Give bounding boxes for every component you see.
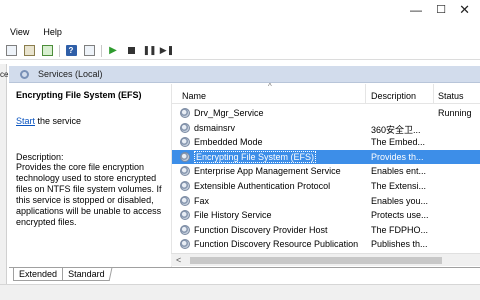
service-description: Protects use...	[371, 210, 429, 221]
services-title: Services (Local)	[38, 69, 103, 79]
service-description: Enables ent...	[371, 166, 427, 177]
service-name: Fax	[194, 195, 210, 206]
help-button[interactable]: ?	[64, 44, 78, 58]
play-icon: ▶	[109, 45, 117, 56]
service-detail-pane: Encrypting File System (EFS) Start the s…	[9, 84, 169, 267]
service-name: Drv_Mgr_Service	[194, 108, 264, 118]
service-description: 360安全卫...	[371, 124, 421, 135]
detail-service-name: Encrypting File System (EFS)	[16, 90, 142, 100]
column-name[interactable]: Name	[182, 91, 206, 101]
service-row-selected[interactable]: Encrypting File System (EFS) Provides th…	[172, 149, 480, 165]
export-icon	[41, 45, 53, 56]
tab-extended[interactable]: Extended	[13, 268, 64, 281]
start-service-line: Start the service	[16, 116, 81, 126]
console-tree-pane[interactable]: ce	[0, 64, 9, 300]
service-description: Provides th...	[371, 151, 424, 162]
menu-help[interactable]: Help	[39, 27, 66, 37]
start-service-button[interactable]: ▶	[106, 44, 120, 58]
service-row[interactable]: Function Discovery Provider Host The FDP…	[172, 223, 480, 238]
service-gear-icon	[180, 122, 190, 133]
help-icon: ?	[65, 45, 77, 56]
stop-service-button[interactable]	[124, 44, 138, 58]
tab-extended-label: Extended	[19, 269, 58, 279]
tab-standard-label: Standard	[68, 269, 105, 279]
service-gear-icon	[180, 239, 190, 250]
show-hide-button[interactable]	[82, 44, 96, 58]
console-tree-button[interactable]	[4, 44, 18, 58]
toolbar-separator	[101, 44, 102, 57]
services-list[interactable]: ^ Name Description Status Drv_Mgr_Servic…	[171, 82, 480, 267]
window-title-bar: — ☐ ✕	[0, 0, 480, 21]
tab-standard[interactable]: Standard	[61, 268, 112, 281]
description-label: Description:	[16, 152, 64, 162]
pause-icon: ❚❚	[142, 45, 156, 55]
service-gear-icon	[180, 180, 190, 191]
service-row[interactable]: dsmainsrv 360安全卫...	[172, 121, 480, 136]
show-hide-icon	[83, 45, 95, 56]
service-gear-icon	[180, 151, 190, 162]
service-name: dsmainsrv	[194, 122, 236, 133]
export-list-button[interactable]	[40, 44, 54, 58]
service-description: The Embed...	[371, 137, 426, 148]
scroll-left-icon[interactable]: <	[176, 255, 181, 265]
console-tree-fragment: ce	[0, 70, 9, 79]
service-gear-icon	[180, 210, 190, 221]
service-name: Function Discovery Provider Host	[194, 224, 328, 235]
service-gear-icon	[180, 166, 190, 177]
service-description: Enables you...	[371, 195, 429, 206]
pause-service-button[interactable]: ❚❚	[142, 44, 156, 58]
service-name: Extensible Authentication Protocol	[194, 180, 331, 191]
services-header: Services (Local)	[9, 66, 480, 83]
service-row[interactable]: Function Discovery Resource Publication …	[172, 237, 480, 252]
service-row[interactable]: Enterprise App Management Service Enable…	[172, 164, 480, 179]
sort-ascending-icon: ^	[268, 82, 272, 91]
restart-service-button[interactable]: ▶❚	[160, 44, 174, 58]
service-name: Enterprise App Management Service	[194, 166, 341, 177]
column-header-row: ^ Name Description Status	[172, 82, 480, 104]
column-status[interactable]: Status	[438, 91, 464, 101]
service-description: The FDPHO...	[371, 224, 429, 235]
service-row[interactable]: File History Service Protects use...	[172, 208, 480, 223]
service-row[interactable]: Extensible Authentication Protocol The E…	[172, 179, 480, 194]
service-gear-icon	[180, 195, 190, 206]
service-gear-icon	[180, 108, 190, 118]
service-row[interactable]: Fax Enables you...	[172, 194, 480, 209]
service-description: The Extensi...	[371, 180, 427, 191]
maximize-button[interactable]: ☐	[436, 4, 446, 16]
service-row[interactable]: Drv_Mgr_Service Running	[172, 106, 480, 121]
menu-view[interactable]: View	[6, 27, 33, 37]
view-tabs: Extended Standard	[9, 267, 480, 282]
minimize-button[interactable]: —	[410, 4, 422, 16]
service-name: Function Discovery Resource Publication	[194, 239, 359, 250]
start-service-suffix: the service	[35, 116, 82, 126]
service-gear-icon	[180, 137, 190, 148]
horizontal-scrollbar[interactable]: <	[171, 253, 480, 266]
properties-icon	[23, 45, 35, 56]
service-rows: Drv_Mgr_Service Running dsmainsrv 360安全卫…	[172, 106, 480, 252]
close-button[interactable]: ✕	[459, 3, 470, 16]
restart-icon: ▶❚	[159, 45, 175, 55]
column-description[interactable]: Description	[371, 91, 416, 101]
services-gear-icon	[20, 69, 29, 79]
service-name: Encrypting File System (EFS)	[194, 150, 317, 163]
service-name: File History Service	[194, 210, 272, 221]
service-gear-icon	[180, 224, 190, 235]
console-tree-icon	[5, 45, 17, 56]
service-status: Running	[438, 108, 472, 118]
service-description: Publishes th...	[371, 239, 428, 250]
column-divider[interactable]	[365, 84, 366, 104]
service-row[interactable]: Embedded Mode The Embed...	[172, 135, 480, 150]
menu-bar: View Help	[0, 24, 480, 40]
toolbar: ? ▶ ❚❚ ▶❚	[0, 42, 480, 60]
scrollbar-thumb[interactable]	[190, 257, 442, 264]
status-bar	[0, 284, 480, 300]
description-text: Provides the core file encryption techno…	[16, 162, 162, 227]
column-divider[interactable]	[433, 84, 434, 104]
service-name: Embedded Mode	[194, 137, 263, 148]
stop-icon	[127, 47, 135, 54]
properties-button[interactable]	[22, 44, 36, 58]
toolbar-separator	[59, 44, 60, 57]
start-service-link[interactable]: Start	[16, 116, 35, 126]
